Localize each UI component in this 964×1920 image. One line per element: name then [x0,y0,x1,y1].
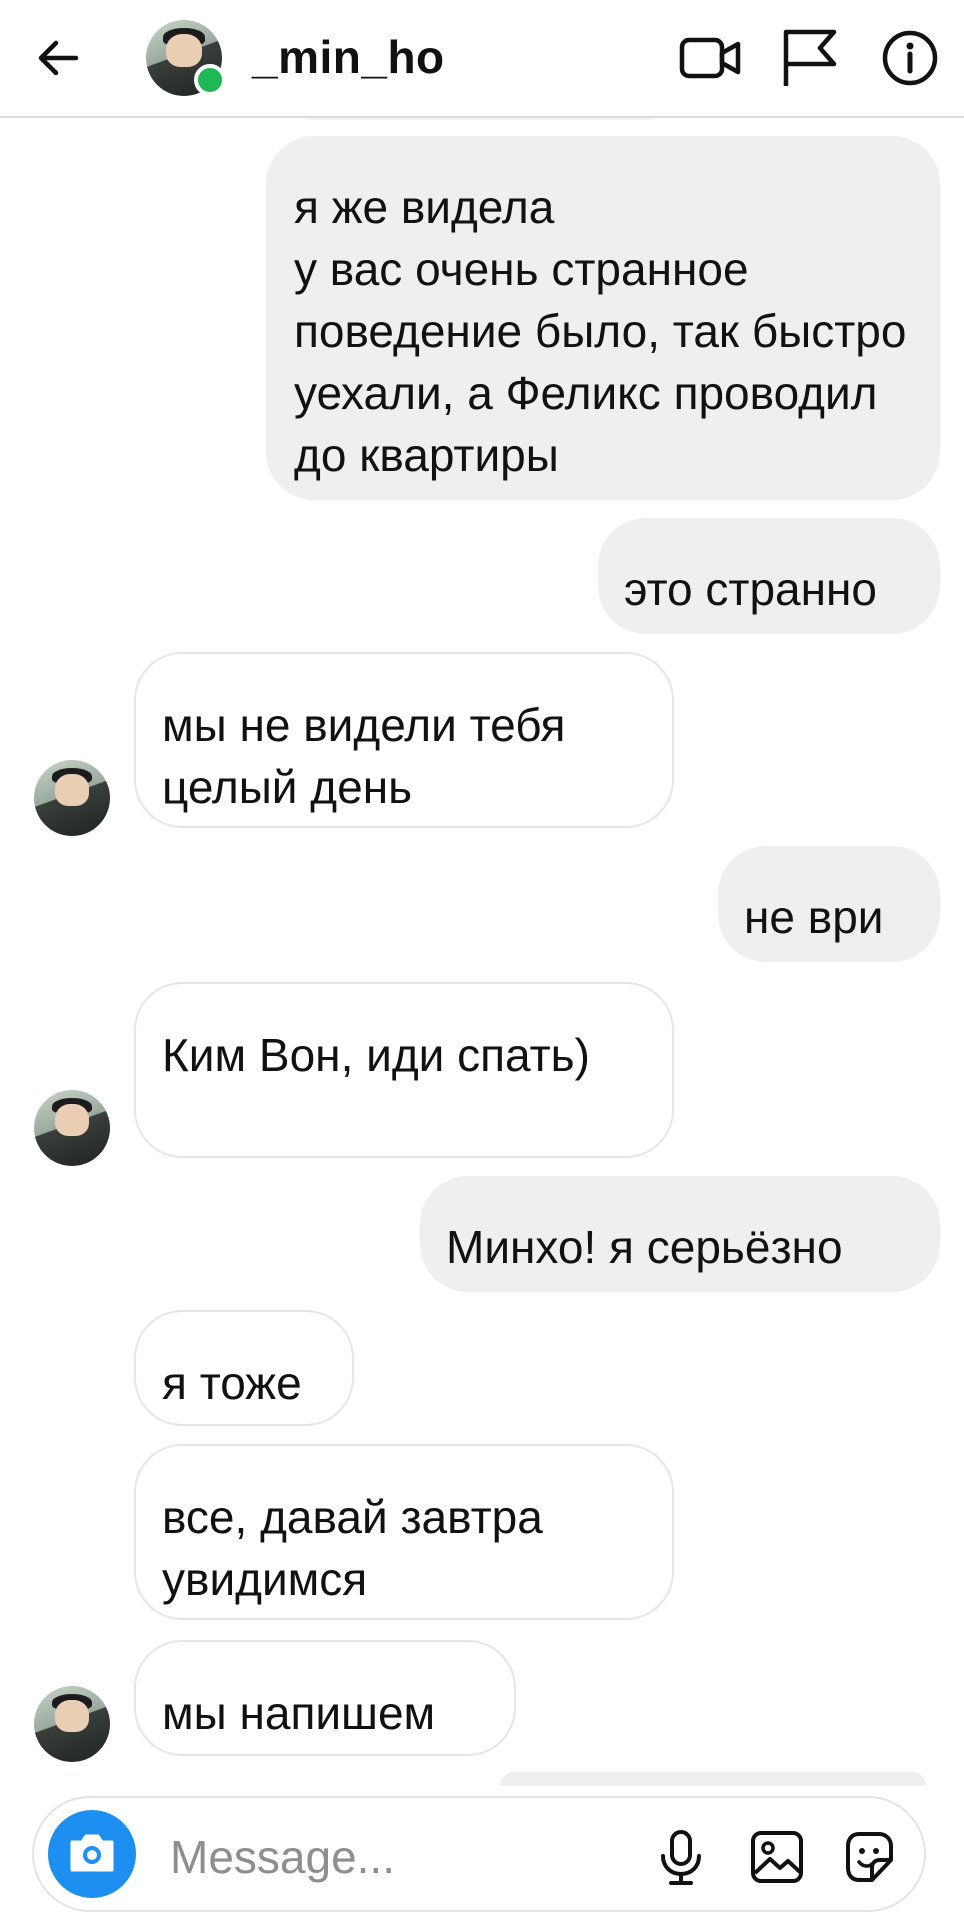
profile-avatar[interactable] [146,20,226,96]
back-arrow-icon[interactable] [30,30,86,86]
message-outgoing[interactable]: не ври [718,846,940,962]
message-outgoing[interactable]: Минхо! я серьёзно [420,1176,940,1292]
message-thread[interactable]: я же видела у вас очень странное поведен… [0,0,964,1920]
microphone-icon[interactable] [650,1826,712,1888]
chat-header: _min_ho [0,0,964,118]
gallery-icon[interactable] [746,1826,808,1888]
info-icon[interactable] [876,24,944,92]
message-incoming[interactable]: мы не видели тебя целый день [134,652,674,828]
flag-icon[interactable] [776,24,844,92]
online-status-dot [194,64,226,96]
sender-avatar[interactable] [34,760,110,836]
next-message-edge [500,1772,926,1786]
message-incoming[interactable]: я тоже [134,1310,354,1426]
sticker-icon[interactable] [838,1826,900,1888]
camera-button[interactable] [48,1810,136,1898]
message-composer [32,1796,926,1912]
message-incoming[interactable]: Ким Вон, иди спать) [134,982,674,1158]
message-input[interactable] [168,1828,512,1886]
message-outgoing[interactable]: я же видела у вас очень странное поведен… [266,136,940,500]
video-camera-icon[interactable] [676,24,744,92]
message-outgoing[interactable]: это странно [598,518,940,634]
chat-username[interactable]: _min_ho [252,30,445,84]
sender-avatar[interactable] [34,1090,110,1166]
message-incoming[interactable]: мы напишем [134,1640,516,1756]
sender-avatar[interactable] [34,1686,110,1762]
camera-icon [70,1834,114,1872]
message-incoming[interactable]: все, давай завтра увидимся [134,1444,674,1620]
